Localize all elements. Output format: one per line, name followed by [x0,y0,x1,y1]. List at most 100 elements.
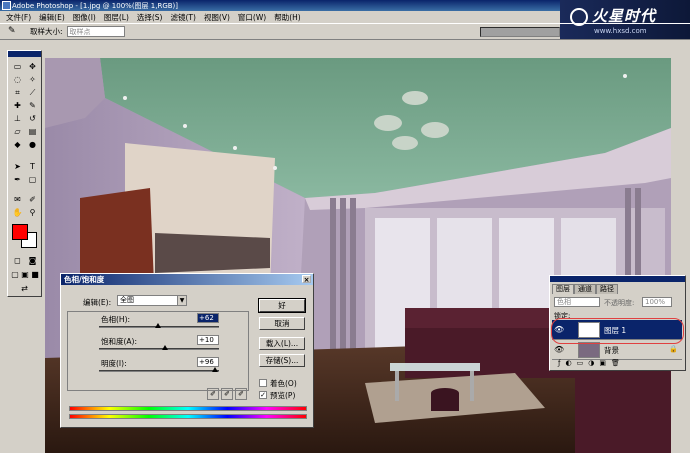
adjustment-layer-icon[interactable]: ◑ [588,359,594,369]
healing-brush-tool-icon[interactable]: ✚ [11,100,24,112]
toolbox: ▭ ✥ ◌ ✧ ⌗ ⟋ ✚ ✎ ⊥ ↺ ▱ ▤ ◆ ● ➤ T ✒ ▢ ✉ ✐ … [7,50,42,297]
opacity-input[interactable]: 100% [642,297,672,307]
eraser-tool-icon[interactable]: ▱ [11,126,24,138]
hue-input[interactable]: +62 [197,313,219,323]
preview-label: 预览(P) [270,391,296,400]
screen-mode-full-icon[interactable]: ■ [30,269,40,281]
saturation-slider-thumb[interactable] [162,345,168,350]
sample-size-label: 取样大小: [30,27,63,36]
menu-window[interactable]: 窗口(W) [234,12,270,23]
hue-label: 色相(H): [101,315,131,324]
path-selection-tool-icon[interactable]: ➤ [11,161,24,173]
screen-mode-full-menu-icon[interactable]: ▣ [20,269,30,281]
colorize-checkbox[interactable] [259,379,267,387]
eyedropper-icon[interactable]: ✐ [26,194,39,206]
hue-saturation-dialog: 色相/饱和度 × 编辑(E): 全图 ▼ 色相(H): +62 饱和度(A): … [60,273,314,428]
blend-mode-select[interactable]: 色相 [554,297,600,307]
saturation-input[interactable]: +10 [197,335,219,345]
save-button[interactable]: 存储(S)... [259,354,305,367]
dialog-title-bar[interactable]: 色相/饱和度 × [61,274,313,285]
mask-icon[interactable]: ◐ [565,359,571,369]
menu-view[interactable]: 视图(V) [200,12,234,23]
shape-tool-icon[interactable]: ▢ [26,174,39,186]
lasso-tool-icon[interactable]: ◌ [11,74,24,86]
tab-channels[interactable]: 通道 [574,284,596,294]
menu-image[interactable]: 图像(I) [69,12,100,23]
new-layer-icon[interactable]: ▣ [599,359,606,369]
colorize-label: 着色(O) [270,379,297,388]
dialog-close-button[interactable]: × [302,275,311,284]
ok-button[interactable]: 好 [258,298,306,313]
chevron-down-icon[interactable]: ▼ [177,296,186,305]
lightness-slider-thumb[interactable] [212,367,218,372]
trash-icon[interactable]: 🗑 [611,359,620,369]
eyedropper-tool-icon[interactable]: ✎ [8,26,20,38]
lightness-input[interactable]: +96 [197,357,219,367]
edit-label: 编辑(E): [83,298,112,307]
preview-checkbox[interactable]: ✓ [259,391,267,399]
notes-tool-icon[interactable]: ✉ [11,194,24,206]
crop-tool-icon[interactable]: ⌗ [11,87,24,99]
tab-layers[interactable]: 图层 [552,284,574,294]
layer-thumbnail [578,342,600,358]
menu-select[interactable]: 选择(S) [133,12,167,23]
move-tool-icon[interactable]: ✥ [26,61,39,73]
toolbox-header[interactable] [8,51,41,57]
photoshop-icon [2,1,11,10]
layers-footer: ƒ ◐ ▭ ◑ ▣ 🗑 [552,359,682,369]
dodge-tool-icon[interactable]: ● [26,139,39,151]
annotation-highlight [551,318,684,344]
hue-slider-thumb[interactable] [155,323,161,328]
layer-style-icon[interactable]: ƒ [558,359,560,369]
dialog-title: 色相/饱和度 [64,275,105,284]
eyedropper-minus-icon[interactable]: ✐ [235,388,247,400]
marquee-tool-icon[interactable]: ▭ [11,61,24,73]
eyedropper-icon[interactable]: ✐ [207,388,219,400]
zoom-tool-icon[interactable]: ⚲ [26,207,39,219]
menu-bar: 文件(F) 编辑(E) 图像(I) 图层(L) 选择(S) 滤镜(T) 视图(V… [0,11,560,23]
palette-tabs: 图层 通道 路径 [552,284,618,294]
menu-help[interactable]: 帮助(H) [270,12,305,23]
menu-layer[interactable]: 图层(L) [100,12,133,23]
lightness-label: 明度(I): [101,359,127,368]
palette-well[interactable] [480,27,560,37]
edit-range-value: 全图 [120,296,134,304]
quick-mask-off-icon[interactable]: ◻ [11,255,24,267]
load-button[interactable]: 载入(L)... [259,337,305,350]
output-color-bar [69,414,307,419]
window-title: Adobe Photoshop - [1.jpg @ 100%(图层 1,RGB… [12,1,179,10]
type-tool-icon[interactable]: T [26,161,39,173]
layers-palette-header[interactable] [550,276,685,282]
cancel-button[interactable]: 取消 [259,317,305,330]
eye-icon[interactable]: 👁 [554,345,564,354]
eyedropper-plus-icon[interactable]: ✐ [221,388,233,400]
layer-name: 背景 [604,346,619,355]
gradient-tool-icon[interactable]: ▤ [26,126,39,138]
brush-tool-icon[interactable]: ✎ [26,100,39,112]
edit-range-select[interactable]: 全图 ▼ [117,295,187,306]
opacity-label: 不透明度: [604,299,635,307]
jump-to-imageready-icon[interactable]: ⇄ [18,283,31,295]
stamp-tool-icon[interactable]: ⊥ [11,113,24,125]
tab-paths[interactable]: 路径 [596,284,618,294]
lock-icon: 🔒 [669,345,678,353]
lightness-slider-track[interactable] [99,370,219,372]
screen-mode-standard-icon[interactable]: ▢ [10,269,20,281]
hand-tool-icon[interactable]: ✋ [11,207,24,219]
layer-set-icon[interactable]: ▭ [577,359,584,369]
menu-edit[interactable]: 编辑(E) [35,12,69,23]
menu-file[interactable]: 文件(F) [2,12,35,23]
saturation-slider-track[interactable] [99,348,219,350]
menu-filter[interactable]: 滤镜(T) [167,12,200,23]
saturation-label: 饱和度(A): [101,337,138,346]
input-color-bar [69,406,307,411]
blur-tool-icon[interactable]: ◆ [11,139,24,151]
history-brush-tool-icon[interactable]: ↺ [26,113,39,125]
slice-tool-icon[interactable]: ⟋ [26,87,39,99]
magic-wand-tool-icon[interactable]: ✧ [26,74,39,86]
quick-mask-on-icon[interactable]: ◙ [26,255,39,267]
options-bar: ✎ 取样大小: 取样点 [0,23,690,40]
foreground-color-swatch[interactable] [12,224,28,240]
sample-size-select[interactable]: 取样点 [66,26,125,37]
pen-tool-icon[interactable]: ✒ [11,174,24,186]
